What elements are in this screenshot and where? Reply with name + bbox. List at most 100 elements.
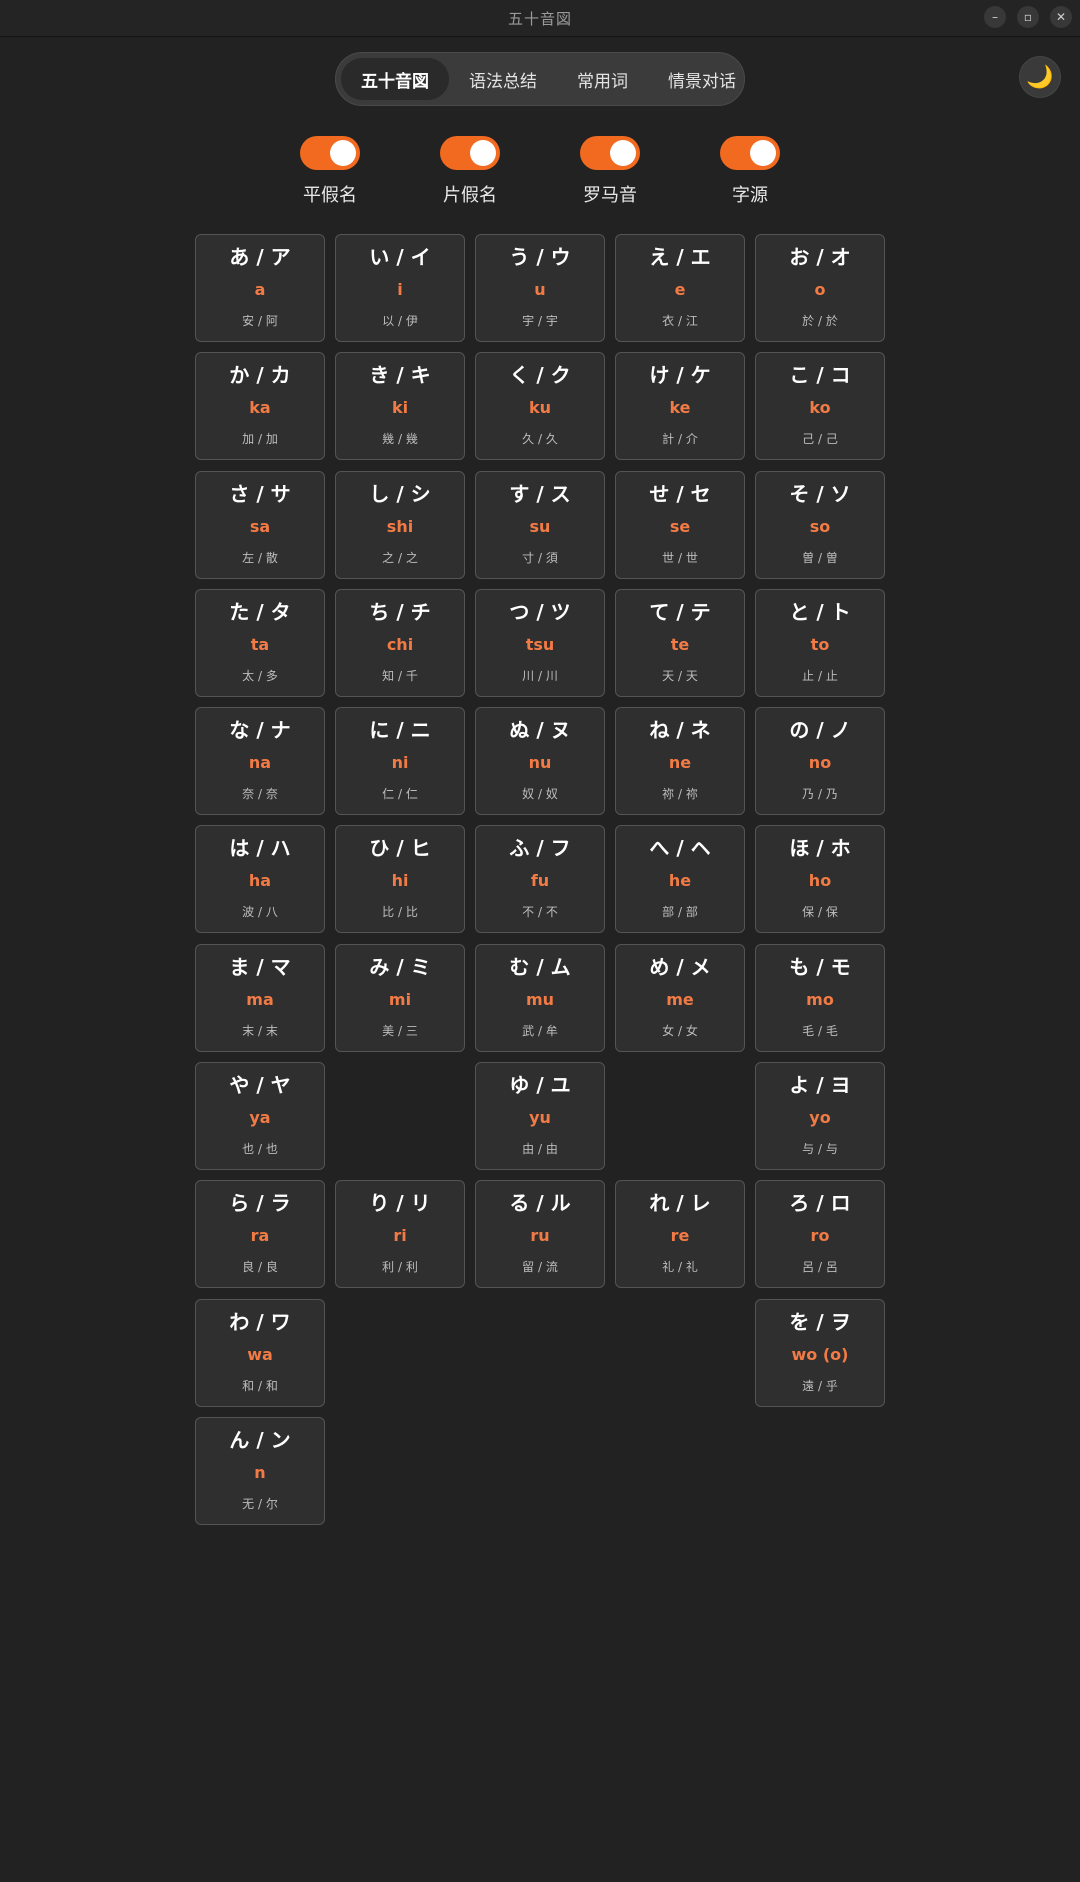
origin-text: 寸 / 須 [522, 550, 558, 565]
kana-card[interactable]: え / エ e 衣 / 江 [615, 234, 745, 342]
kana-card[interactable]: つ / ツ tsu 川 / 川 [475, 588, 605, 697]
kana-card[interactable]: ら / ラ ra 良 / 良 [195, 1180, 325, 1289]
kana-card[interactable]: し / シ shi 之 / 之 [335, 470, 465, 579]
title-bar: 五十音図 – ▫ ✕ [0, 0, 1080, 37]
kana-card[interactable]: ゆ / ユ yu 由 / 由 [475, 1062, 605, 1171]
romaji-switch[interactable] [580, 136, 640, 170]
kana-card[interactable]: と / ト to 止 / 止 [755, 588, 885, 697]
kana-card[interactable]: へ / ヘ he 部 / 部 [615, 825, 745, 934]
kana-card[interactable]: す / ス su 寸 / 須 [475, 470, 605, 579]
kana-card[interactable]: あ / ア a 安 / 阿 [195, 234, 325, 342]
katakana-switch[interactable] [440, 136, 500, 170]
kana-card[interactable]: た / タ ta 太 / 多 [195, 588, 325, 697]
kana-card[interactable]: は / ハ ha 波 / 八 [195, 825, 325, 934]
kana-card[interactable]: み / ミ mi 美 / 三 [335, 943, 465, 1052]
kana-card[interactable]: を / ヲ wo (o) 遠 / 乎 [755, 1298, 885, 1407]
kana-card[interactable]: れ / レ re 礼 / 礼 [615, 1180, 745, 1289]
kana-card[interactable]: う / ウ u 宇 / 宇 [475, 234, 605, 342]
origin-text: 波 / 八 [242, 905, 278, 920]
kana-card[interactable]: に / ニ ni 仁 / 仁 [335, 707, 465, 816]
kana-text: は / ハ [229, 836, 291, 861]
kana-card[interactable]: お / オ o 於 / 於 [755, 234, 885, 342]
kana-card[interactable]: さ / サ sa 左 / 散 [195, 470, 325, 579]
kana-card[interactable]: ん / ン n 无 / 尔 [195, 1416, 325, 1525]
origin-text: 保 / 保 [802, 905, 838, 920]
romaji-text: to [810, 634, 830, 654]
origin-text: 遠 / 乎 [802, 1378, 838, 1393]
tab-grammar[interactable]: 语法总结 [449, 58, 557, 100]
origin-text: 計 / 介 [662, 432, 698, 447]
romaji-text: me [666, 989, 694, 1009]
romaji-text: nu [528, 753, 552, 773]
kana-card[interactable]: な / ナ na 奈 / 奈 [195, 707, 325, 816]
kana-text: ぬ / ヌ [509, 718, 571, 743]
kana-card[interactable]: る / ル ru 留 / 流 [475, 1180, 605, 1289]
kana-card[interactable]: も / モ mo 毛 / 毛 [755, 943, 885, 1052]
kana-card[interactable]: ふ / フ fu 不 / 不 [475, 825, 605, 934]
kana-card[interactable]: き / キ ki 幾 / 幾 [335, 352, 465, 461]
kana-text: う / ウ [509, 245, 571, 269]
kana-card[interactable]: か / カ ka 加 / 加 [195, 352, 325, 461]
theme-toggle-button[interactable]: 🌙 [1020, 57, 1060, 97]
romaji-text: ya [249, 1108, 271, 1128]
romaji-text: ra [250, 1226, 270, 1246]
kana-card[interactable]: せ / セ se 世 / 世 [615, 470, 745, 579]
kana-card[interactable]: ほ / ホ ho 保 / 保 [755, 825, 885, 934]
kana-text: け / ケ [649, 363, 711, 388]
origin-text: 美 / 三 [382, 1023, 418, 1038]
tab-gojuon[interactable]: 五十音図 [341, 58, 449, 100]
kana-card[interactable]: の / ノ no 乃 / 乃 [755, 707, 885, 816]
moon-icon: 🌙 [1026, 64, 1054, 90]
kana-card[interactable]: め / メ me 女 / 女 [615, 943, 745, 1052]
romaji-text: e [674, 280, 686, 299]
kana-card[interactable]: ろ / ロ ro 呂 / 呂 [755, 1180, 885, 1289]
kana-card[interactable]: ひ / ヒ hi 比 / 比 [335, 825, 465, 934]
origin-text: 呂 / 呂 [802, 1260, 838, 1275]
minimize-button[interactable]: – [984, 6, 1006, 28]
kana-card[interactable]: む / ム mu 武 / 牟 [475, 943, 605, 1052]
kana-card[interactable]: や / ヤ ya 也 / 也 [195, 1062, 325, 1171]
origin-text: 仁 / 仁 [382, 787, 418, 802]
kana-card[interactable]: い / イ i 以 / 伊 [335, 234, 465, 342]
origin-text: 安 / 阿 [242, 314, 278, 328]
origin-text: 太 / 多 [242, 668, 278, 683]
romaji-text: ki [391, 398, 409, 418]
kana-text: ま / マ [229, 954, 291, 979]
maximize-button[interactable]: ▫ [1017, 6, 1039, 28]
romaji-text: ke [669, 398, 691, 418]
origin-switch[interactable] [720, 136, 780, 170]
kana-card[interactable]: こ / コ ko 己 / 己 [755, 352, 885, 461]
kana-card[interactable]: わ / ワ wa 和 / 和 [195, 1298, 325, 1407]
kana-text: さ / サ [229, 481, 291, 506]
origin-text: 之 / 之 [382, 550, 418, 565]
romaji-text: se [669, 516, 691, 536]
origin-text: 和 / 和 [242, 1378, 278, 1393]
display-toggles: 平假名 片假名 罗马音 字源 [0, 136, 1080, 208]
kana-card[interactable]: ぬ / ヌ nu 奴 / 奴 [475, 707, 605, 816]
kana-text: い / イ [369, 245, 431, 269]
kana-text: わ / ワ [229, 1309, 291, 1334]
switch-knob [330, 140, 356, 166]
origin-text: 衣 / 江 [662, 314, 698, 328]
kana-card[interactable]: て / テ te 天 / 天 [615, 588, 745, 697]
kana-card[interactable]: そ / ソ so 曽 / 曽 [755, 470, 885, 579]
origin-text: 留 / 流 [522, 1260, 558, 1275]
kana-card[interactable]: ま / マ ma 末 / 末 [195, 943, 325, 1052]
romaji-text: fu [530, 871, 550, 891]
kana-card[interactable]: よ / ヨ yo 与 / 与 [755, 1062, 885, 1171]
kana-card[interactable]: り / リ ri 利 / 利 [335, 1180, 465, 1289]
kana-card[interactable]: ね / ネ ne 祢 / 祢 [615, 707, 745, 816]
romaji-text: re [670, 1226, 690, 1246]
window-title: 五十音図 [507, 9, 572, 28]
tab-common-words[interactable]: 常用词 [557, 58, 648, 100]
kana-card[interactable]: ち / チ chi 知 / 千 [335, 588, 465, 697]
hiragana-switch[interactable] [300, 136, 360, 170]
close-button[interactable]: ✕ [1050, 6, 1072, 28]
kana-card[interactable]: く / ク ku 久 / 久 [475, 352, 605, 461]
kana-text: ね / ネ [649, 718, 711, 743]
origin-label: 字源 [732, 185, 768, 206]
tab-dialogues[interactable]: 情景对话 [648, 58, 756, 100]
kana-card[interactable]: け / ケ ke 計 / 介 [615, 352, 745, 461]
romaji-text: mu [525, 989, 555, 1009]
romaji-text: ri [393, 1226, 407, 1246]
